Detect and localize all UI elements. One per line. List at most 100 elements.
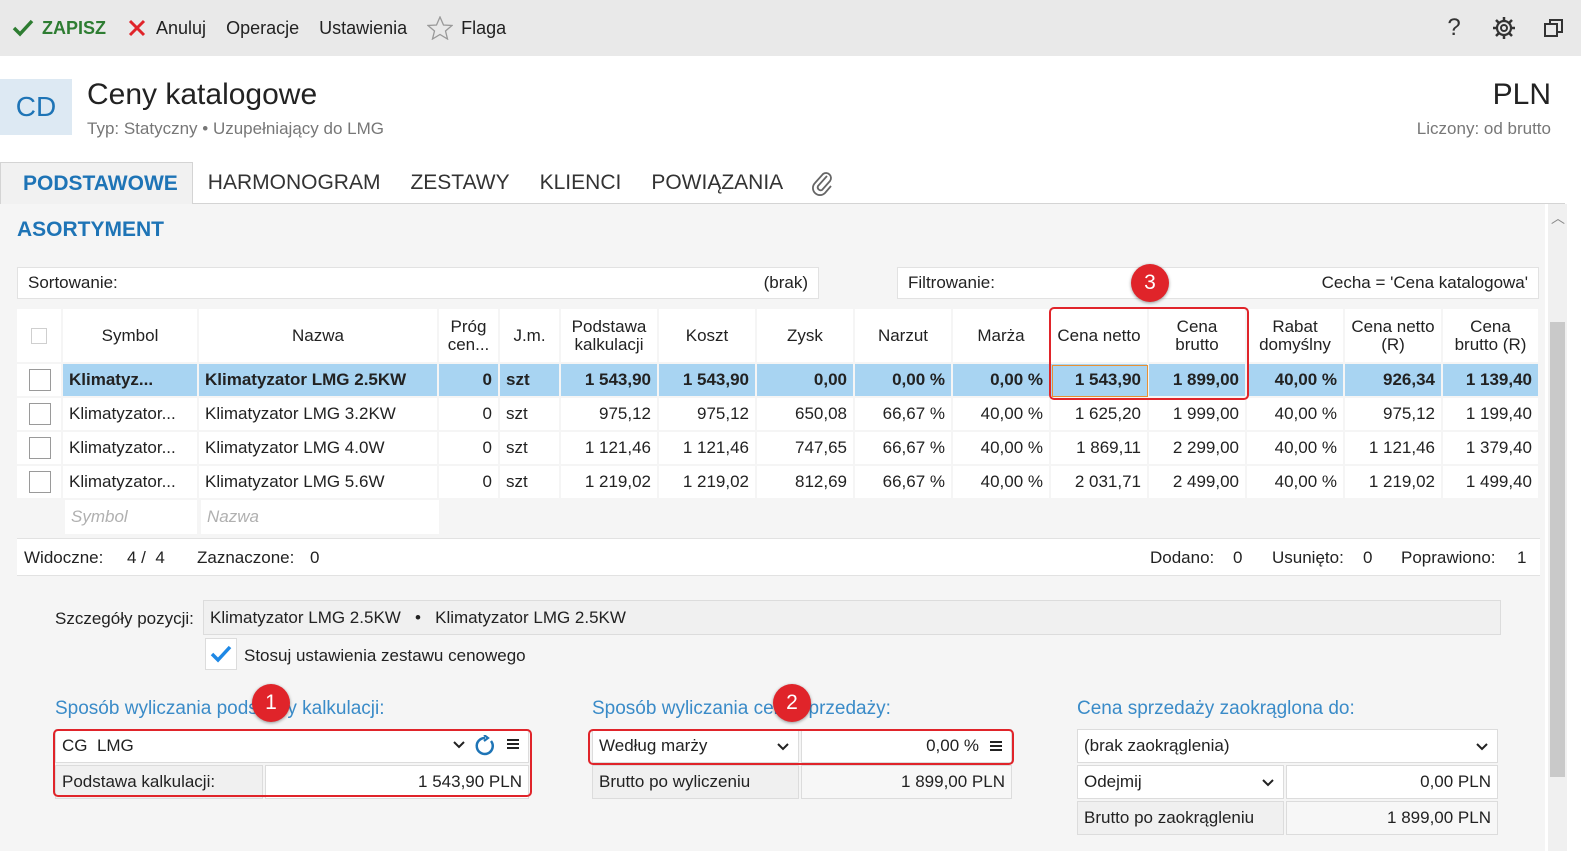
row-checkbox[interactable] [29, 437, 51, 459]
cell-prog[interactable]: 0 [439, 432, 500, 466]
column-header-cena-brutto-r[interactable]: Cena brutto (R) [1443, 309, 1540, 364]
table-row[interactable]: Klimatyz... Klimatyzator LMG 2.5KW 0 szt… [17, 364, 1540, 398]
cell-marza[interactable]: 40,00 % [953, 432, 1051, 466]
tab-powiazania[interactable]: POWIĄZANIA [636, 162, 798, 204]
window-restore-icon[interactable] [1541, 15, 1567, 41]
column-header-koszt[interactable]: Koszt [659, 309, 757, 364]
cell-narzut[interactable]: 66,67 % [855, 466, 953, 500]
cell-zysk[interactable]: 0,00 [757, 364, 855, 398]
column-header-jm[interactable]: J.m. [500, 309, 561, 364]
column-header-cena-netto-r[interactable]: Cena netto (R) [1345, 309, 1443, 364]
help-icon[interactable]: ? [1441, 14, 1467, 41]
rounding-select[interactable]: (brak zaokrąglenia) [1077, 729, 1498, 763]
cell-cena-netto-r[interactable]: 926,34 [1345, 364, 1443, 398]
cell-jm[interactable]: szt [500, 432, 561, 466]
cell-marza[interactable]: 0,00 % [953, 364, 1051, 398]
cancel-button[interactable]: Anuluj [128, 0, 206, 56]
cell-nazwa[interactable]: Klimatyzator LMG 4.0W [199, 432, 439, 466]
cell-nazwa[interactable]: Klimatyzator LMG 3.2KW [199, 398, 439, 432]
row-checkbox-cell[interactable] [17, 466, 63, 500]
cell-cena-netto[interactable]: 2 031,71 [1051, 466, 1149, 500]
rounding-operation-select[interactable]: Odejmij [1077, 765, 1284, 799]
rounding-operation-value-field[interactable]: 0,00 PLN [1286, 765, 1498, 799]
cell-cena-brutto[interactable]: 2 499,00 [1149, 466, 1247, 500]
settings-menu[interactable]: Ustawienia [319, 0, 407, 56]
cell-cena-netto-r[interactable]: 1 219,02 [1345, 466, 1443, 500]
cell-narzut[interactable]: 66,67 % [855, 432, 953, 466]
cell-jm[interactable]: szt [500, 398, 561, 432]
cell-cena-brutto-r[interactable]: 1 499,40 [1443, 466, 1540, 500]
cell-symbol[interactable]: Klimatyzator... [63, 432, 199, 466]
cell-symbol[interactable]: Klimatyz... [63, 364, 199, 398]
cell-koszt[interactable]: 1 219,02 [659, 466, 757, 500]
select-all-checkbox[interactable] [31, 327, 47, 344]
cell-cena-brutto[interactable]: 2 299,00 [1149, 432, 1247, 466]
cell-narzut[interactable]: 0,00 % [855, 364, 953, 398]
cell-koszt[interactable]: 1 121,46 [659, 432, 757, 466]
cell-rabat[interactable]: 40,00 % [1247, 364, 1345, 398]
column-header-zysk[interactable]: Zysk [757, 309, 855, 364]
cell-zysk[interactable]: 812,69 [757, 466, 855, 500]
scroll-up-icon[interactable]: ︿ [1551, 208, 1565, 228]
tab-podstawowe[interactable]: PODSTAWOWE [0, 162, 193, 204]
column-header-rabat[interactable]: Rabat domyślny [1247, 309, 1345, 364]
cell-marza[interactable]: 40,00 % [953, 398, 1051, 432]
cell-narzut[interactable]: 66,67 % [855, 398, 953, 432]
cell-podstawa[interactable]: 975,12 [561, 398, 659, 432]
attachment-icon[interactable] [798, 162, 846, 204]
save-button[interactable]: ZAPISZ [12, 0, 106, 56]
scrollbar-thumb[interactable] [1550, 322, 1565, 777]
cell-podstawa[interactable]: 1 121,46 [561, 432, 659, 466]
cell-nazwa[interactable]: Klimatyzator LMG 2.5KW [199, 364, 439, 398]
sort-bar[interactable]: Sortowanie: (brak) [17, 267, 819, 299]
column-header-nazwa[interactable]: Nazwa [199, 309, 439, 364]
row-checkbox[interactable] [29, 471, 51, 493]
row-checkbox-cell[interactable] [17, 364, 63, 398]
cell-cena-netto[interactable]: 1 625,20 [1051, 398, 1149, 432]
table-row[interactable]: Klimatyzator... Klimatyzator LMG 4.0W 0 … [17, 432, 1540, 466]
column-header-marza[interactable]: Marża [953, 309, 1051, 364]
filter-bar[interactable]: Filtrowanie: Cecha = 'Cena katalogowa' [897, 267, 1539, 299]
column-header-podstawa[interactable]: Podstawa kalkulacji [561, 309, 659, 364]
symbol-filter-input[interactable]: Symbol [65, 500, 197, 534]
select-all-checkbox-cell[interactable] [17, 309, 63, 364]
row-checkbox-cell[interactable] [17, 432, 63, 466]
cell-nazwa[interactable]: Klimatyzator LMG 5.6W [199, 466, 439, 500]
tab-klienci[interactable]: KLIENCI [525, 162, 637, 204]
column-header-narzut[interactable]: Narzut [855, 309, 953, 364]
cell-rabat[interactable]: 40,00 % [1247, 398, 1345, 432]
cell-prog[interactable]: 0 [439, 466, 500, 500]
cell-podstawa[interactable]: 1 219,02 [561, 466, 659, 500]
cell-podstawa[interactable]: 1 543,90 [561, 364, 659, 398]
cell-symbol[interactable]: Klimatyzator... [63, 398, 199, 432]
cell-koszt[interactable]: 975,12 [659, 398, 757, 432]
cell-jm[interactable]: szt [500, 364, 561, 398]
name-filter-input[interactable]: Nazwa [201, 500, 439, 534]
cell-marza[interactable]: 40,00 % [953, 466, 1051, 500]
cell-rabat[interactable]: 40,00 % [1247, 432, 1345, 466]
cell-zysk[interactable]: 650,08 [757, 398, 855, 432]
table-row[interactable]: Klimatyzator... Klimatyzator LMG 5.6W 0 … [17, 466, 1540, 500]
cell-cena-netto[interactable]: 1 869,11 [1051, 432, 1149, 466]
gear-icon[interactable] [1491, 15, 1517, 41]
tab-zestawy[interactable]: ZESTAWY [395, 162, 524, 204]
column-header-prog[interactable]: Próg cen... [439, 309, 500, 364]
row-checkbox[interactable] [29, 369, 51, 391]
cell-cena-netto-r[interactable]: 975,12 [1345, 398, 1443, 432]
cell-cena-brutto-r[interactable]: 1 139,40 [1443, 364, 1540, 398]
table-row[interactable]: Klimatyzator... Klimatyzator LMG 3.2KW 0… [17, 398, 1540, 432]
cell-prog[interactable]: 0 [439, 364, 500, 398]
row-checkbox-cell[interactable] [17, 398, 63, 432]
cell-cena-brutto-r[interactable]: 1 379,40 [1443, 432, 1540, 466]
cell-cena-brutto-r[interactable]: 1 199,40 [1443, 398, 1540, 432]
cell-zysk[interactable]: 747,65 [757, 432, 855, 466]
chevron-down-icon[interactable] [1261, 774, 1275, 794]
apply-set-checkbox[interactable] [205, 638, 237, 670]
tab-harmonogram[interactable]: HARMONOGRAM [193, 162, 396, 204]
cell-jm[interactable]: szt [500, 466, 561, 500]
flag-button[interactable]: Flaga [427, 0, 506, 56]
chevron-down-icon[interactable] [1475, 738, 1489, 758]
row-checkbox[interactable] [29, 403, 51, 425]
operations-menu[interactable]: Operacje [226, 0, 299, 56]
cell-symbol[interactable]: Klimatyzator... [63, 466, 199, 500]
